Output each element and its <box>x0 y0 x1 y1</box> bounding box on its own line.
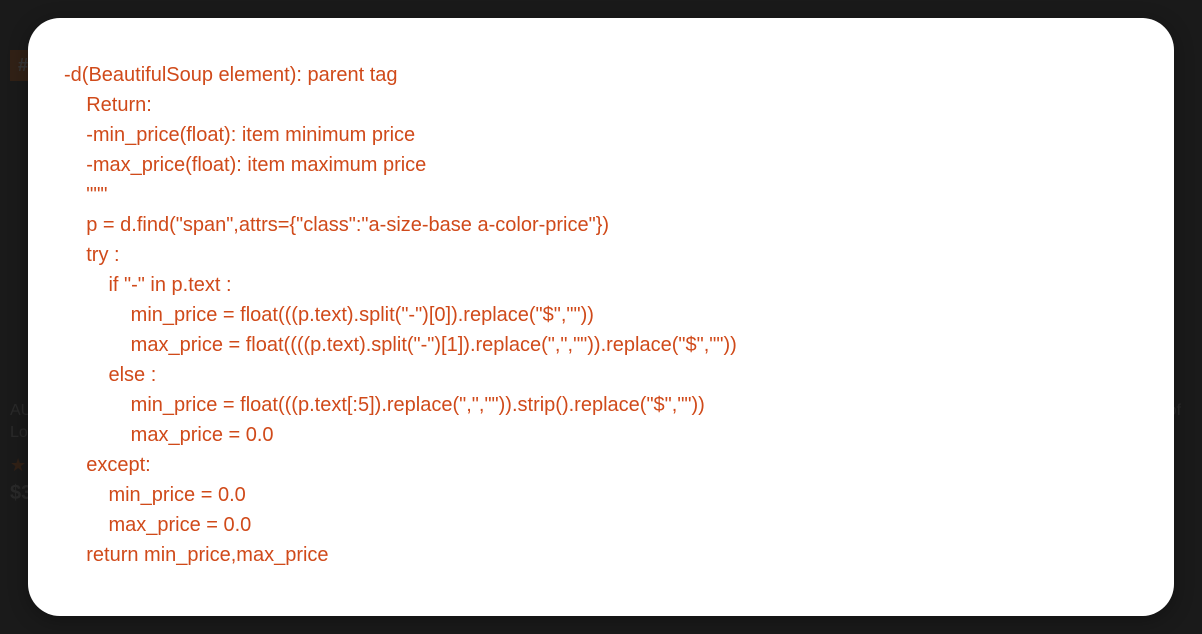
code-overlay-card: -d(BeautifulSoup element): parent tag Re… <box>28 18 1174 616</box>
code-block: -d(BeautifulSoup element): parent tag Re… <box>64 60 1138 570</box>
